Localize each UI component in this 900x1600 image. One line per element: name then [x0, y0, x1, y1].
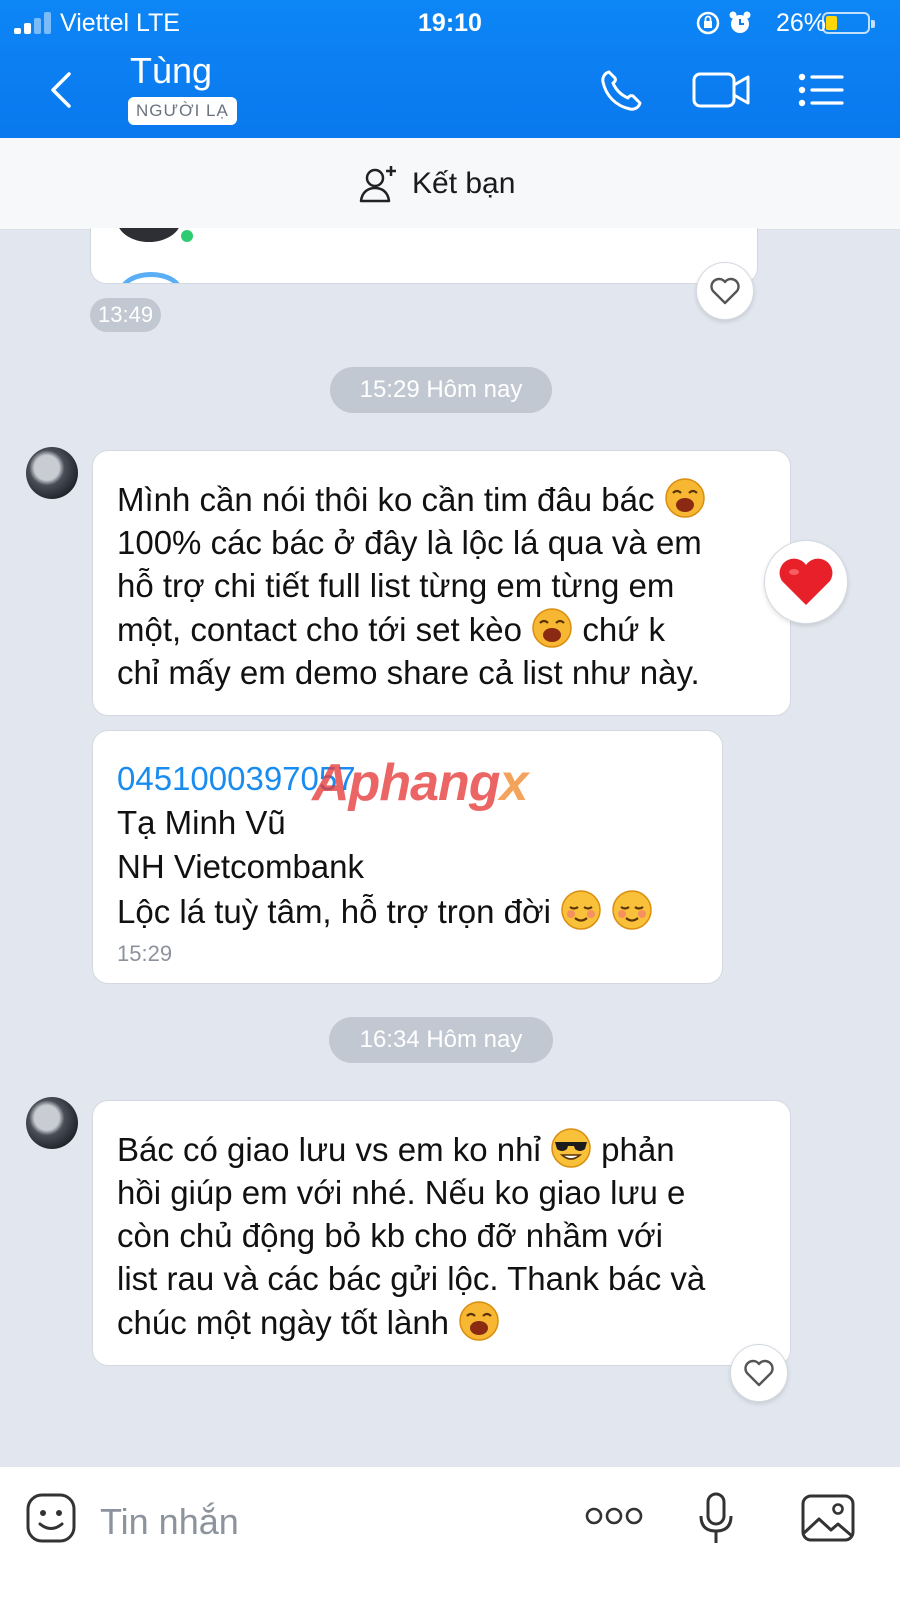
message-line: chỉ mấy em demo share cả list như này.	[117, 654, 700, 691]
add-friend-label: Kết bạn	[412, 167, 516, 200]
avatar-thumbnail	[119, 272, 183, 283]
image-icon	[801, 1494, 855, 1542]
blushing-emoji-icon	[612, 890, 653, 930]
date-separator: 15:29 Hôm nay	[330, 367, 552, 413]
message-line: Lộc lá tuỳ tâm, hỗ trợ trọn đời	[117, 893, 551, 930]
watermark-text: Aphang	[312, 754, 501, 812]
menu-button[interactable]	[792, 62, 852, 118]
message-line: chúc một ngày tốt lành	[117, 1304, 450, 1341]
message-line: NH Vietcombank	[117, 848, 365, 885]
sticker-button[interactable]	[24, 1491, 78, 1545]
more-dots-icon	[585, 1507, 643, 1525]
message-line: một, contact cho tới set kèo	[117, 611, 522, 648]
message-line: 100% các bác ở đây là lộc lá qua và em	[117, 524, 702, 561]
message-input[interactable]	[100, 1497, 540, 1547]
voice-message-button[interactable]	[696, 1491, 736, 1547]
status-bar: Viettel LTE 19:10 26%	[0, 0, 900, 44]
add-friend-button[interactable]: Kết bạn	[358, 156, 515, 212]
blushing-emoji-icon	[561, 890, 601, 930]
video-camera-icon	[692, 72, 750, 108]
sunglasses-emoji-icon	[551, 1128, 591, 1168]
heart-reaction[interactable]	[764, 540, 848, 624]
video-call-button[interactable]	[690, 62, 754, 118]
add-user-icon	[359, 166, 396, 203]
microphone-icon	[699, 1492, 733, 1543]
battery-percent: 26%	[776, 9, 827, 37]
voice-call-button[interactable]	[592, 62, 652, 118]
more-options-button[interactable]	[584, 1501, 644, 1531]
emoji-sticker-icon	[26, 1493, 76, 1543]
chevron-left-icon	[51, 72, 71, 108]
online-dot	[181, 230, 193, 242]
avatar[interactable]	[26, 1097, 78, 1149]
message-line: còn chủ động bỏ kb cho đỡ nhầm với	[117, 1217, 663, 1254]
message-line: chứ k	[582, 611, 665, 648]
previous-message-card[interactable]	[90, 228, 758, 284]
message-line: hỗ trợ chi tiết full list từng em từng e…	[117, 567, 675, 604]
message-time: 13:49	[90, 298, 162, 332]
date-separator: 16:34 Hôm nay	[329, 1017, 553, 1063]
message-line: list rau và các bác gửi lộc. Thank bác v…	[117, 1260, 706, 1297]
laughing-emoji-icon	[532, 608, 572, 648]
message-line: hồi giúp em với nhé. Nếu ko giao lưu e	[117, 1174, 686, 1211]
back-button[interactable]	[38, 66, 88, 116]
chat-header: Viettel LTE 19:10 26% Tùng NGƯỜI LẠ	[0, 0, 900, 138]
photo-button[interactable]	[800, 1493, 856, 1543]
react-heart-button[interactable]	[696, 262, 754, 320]
message-text: Bác có giao lưu vs em ko nhỉ phản hồi gi…	[117, 1127, 770, 1344]
message-input-bar	[0, 1466, 900, 1600]
list-menu-icon	[798, 73, 844, 107]
lock-alarm-icons	[696, 11, 751, 35]
red-heart-icon	[779, 558, 833, 605]
message-time: 15:29	[117, 941, 173, 966]
watermark-x: x	[499, 754, 529, 812]
stranger-badge: NGƯỜI LẠ	[128, 97, 237, 125]
message-line: Bác có giao lưu vs em ko nhỉ	[117, 1131, 541, 1168]
message-bubble[interactable]: Mình cần nói thôi ko cần tim đâu bác 100…	[92, 450, 791, 716]
battery-icon	[822, 12, 875, 34]
heart-outline-icon	[710, 277, 740, 305]
phone-icon	[601, 70, 642, 111]
add-friend-bar: Kết bạn	[0, 138, 900, 230]
contact-name[interactable]: Tùng	[130, 50, 212, 92]
message-bubble[interactable]: Bác có giao lưu vs em ko nhỉ phản hồi gi…	[92, 1100, 791, 1366]
heart-outline-icon	[744, 1359, 774, 1387]
avatar[interactable]	[26, 447, 78, 499]
avatar-thumbnail	[117, 228, 181, 242]
message-line: phản	[601, 1131, 675, 1168]
watermark-logo: Aphangx	[312, 753, 529, 813]
message-text: Mình cần nói thôi ko cần tim đâu bác 100…	[117, 477, 770, 694]
message-line: Mình cần nói thôi ko cần tim đâu bác	[117, 481, 655, 518]
laughing-emoji-icon	[459, 1301, 499, 1341]
react-heart-button[interactable]	[730, 1344, 788, 1402]
laughing-emoji-icon	[664, 478, 705, 518]
